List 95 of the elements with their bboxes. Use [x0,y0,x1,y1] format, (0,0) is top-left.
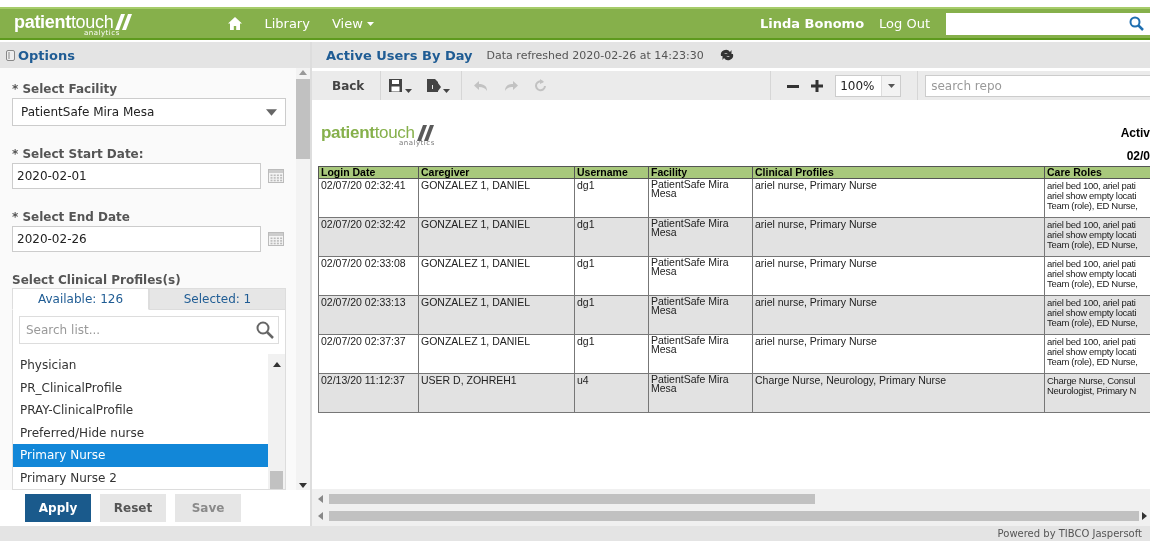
table-cell: 02/07/20 02:37:37 [318,334,419,374]
table-cell: 02/07/20 02:33:08 [318,256,419,296]
calendar-icon[interactable] [268,232,284,246]
search-icon [256,321,274,339]
table-cell: ariel bed 100, ariel pati ariel show empty locati Team (role), ED Nurse, [1044,217,1150,257]
zoom-dropdown[interactable]: 100% [835,74,902,97]
arrow-left-icon[interactable] [318,495,323,503]
arrow-up-icon[interactable] [272,362,281,367]
field-label: * Select Facility [12,82,119,96]
list-item[interactable]: Preferred/Hide nurse [13,421,268,444]
table-cell: u4 [574,373,649,413]
refresh-time: Data refreshed 2020-02-26 at 14:23:30 [486,48,704,62]
field-label: Select Clinical Profiles(s) [12,273,182,287]
powered-by-text: Powered by TIBCO Jaspersoft [997,528,1142,539]
list-tab[interactable]: Available: 126 [12,288,149,310]
table-cell: 02/07/20 02:32:42 [318,217,419,257]
panel-scrollbar[interactable] [296,68,310,490]
search-icon[interactable] [1129,16,1144,31]
column-header: Facility [648,166,753,179]
calendar-icon[interactable] [268,169,284,183]
caret-icon [366,21,374,26]
table-cell: dg1 [574,334,649,374]
caret-icon [405,88,413,93]
table-cell: dg1 [574,217,649,257]
table-cell: Charge Nurse, Neurology, Primary Nurse [752,373,1045,413]
table-cell: GONZALEZ 1, DANIEL [418,334,575,374]
caret-icon [443,88,451,93]
table-cell: PatientSafe Mira Mesa [648,217,753,257]
arrow-right-icon[interactable] [1142,512,1147,520]
date-field[interactable]: 2020-02-26 [12,226,261,252]
search-list-field[interactable]: Search list... [19,316,279,344]
column-header: Username [574,166,649,179]
table-cell: GONZALEZ 1, DANIEL [418,178,575,218]
table-cell: dg1 [574,178,649,218]
list-item[interactable]: Primary Nurse [13,444,268,467]
export-icon [426,78,443,93]
table-cell: ariel bed 100, ariel pati ariel show empty locati Team (role), ED Nurse, [1044,295,1150,335]
redo-icon [503,78,520,93]
plus-icon [811,79,824,92]
table-cell: GONZALEZ 1, DANIEL [418,217,575,257]
caret-icon [887,83,895,88]
facility-dropdown[interactable]: PatientSafe Mira Mesa [12,98,286,126]
arrow-down-icon[interactable] [299,483,307,488]
list-item[interactable]: PR_ClinicalProfile [13,376,268,399]
table-cell: PatientSafe Mira Mesa [648,256,753,296]
report-page-title: Activ [1120,126,1150,140]
undo-icon [473,78,490,93]
scrollbar-thumb[interactable] [329,511,1139,521]
list-tab[interactable]: Selected: 1 [149,288,286,310]
list-item[interactable]: PRAY-ClinicalProfile [13,399,268,422]
slashes-logo-icon [114,12,133,31]
column-header: Caregiver [418,166,575,179]
field-label: * Select End Date [12,210,131,224]
column-header: Clinical Profiles [752,166,1045,179]
list-scrollbar[interactable] [268,354,285,489]
report-date: 02/0 [1126,149,1150,163]
table-cell: ariel nurse, Primary Nurse [752,217,1045,257]
scrollbar-thumb[interactable] [270,471,283,489]
table-cell: PatientSafe Mira Mesa [648,178,753,218]
action-button[interactable]: Reset [100,494,166,522]
date-field[interactable]: 2020-02-01 [12,163,261,189]
table-cell: ariel nurse, Primary Nurse [752,178,1045,218]
table-cell: dg1 [574,295,649,335]
table-cell: ariel nurse, Primary Nurse [752,334,1045,374]
arrow-left-icon[interactable] [318,512,323,520]
list-item[interactable]: Physician [13,354,268,377]
table-cell: Charge Nurse, Consul Neurologist, Primary N [1044,373,1150,413]
user-name: Linda Bonomo [759,16,865,31]
table-cell: 02/07/20 02:32:41 [318,178,419,218]
column-header: Login Date [318,166,419,179]
scrollbar-thumb[interactable] [296,79,310,159]
action-button[interactable]: Apply [25,494,91,522]
table-cell: ariel nurse, Primary Nurse [752,256,1045,296]
table-cell: USER D, ZOHREH1 [418,373,575,413]
table-cell: PatientSafe Mira Mesa [648,334,753,374]
search-field[interactable] [946,12,1150,35]
save-icon [388,78,405,93]
table-cell: PatientSafe Mira Mesa [648,373,753,413]
table-cell: 02/13/20 11:12:37 [318,373,419,413]
scrollbar-thumb[interactable] [329,494,815,504]
panel-title: Options [18,47,75,63]
panel-toggle-icon[interactable] [6,49,15,61]
table-cell: GONZALEZ 1, DANIEL [418,256,575,296]
table-cell: 02/07/20 02:33:13 [318,295,419,335]
field-label: * Select Start Date: [12,147,145,161]
table-cell: dg1 [574,256,649,296]
table-cell: PatientSafe Mira Mesa [648,295,753,335]
home-icon[interactable] [228,17,243,30]
column-header: Care Roles [1044,166,1150,179]
caret-icon [266,108,277,116]
table-cell: GONZALEZ 1, DANIEL [418,295,575,335]
report-title: Active Users By Day [326,47,473,63]
search-report-field[interactable]: search repo [925,74,1150,97]
table-cell: ariel nurse, Primary Nurse [752,295,1045,335]
list-item[interactable]: Primary Nurse 2 [13,466,268,489]
